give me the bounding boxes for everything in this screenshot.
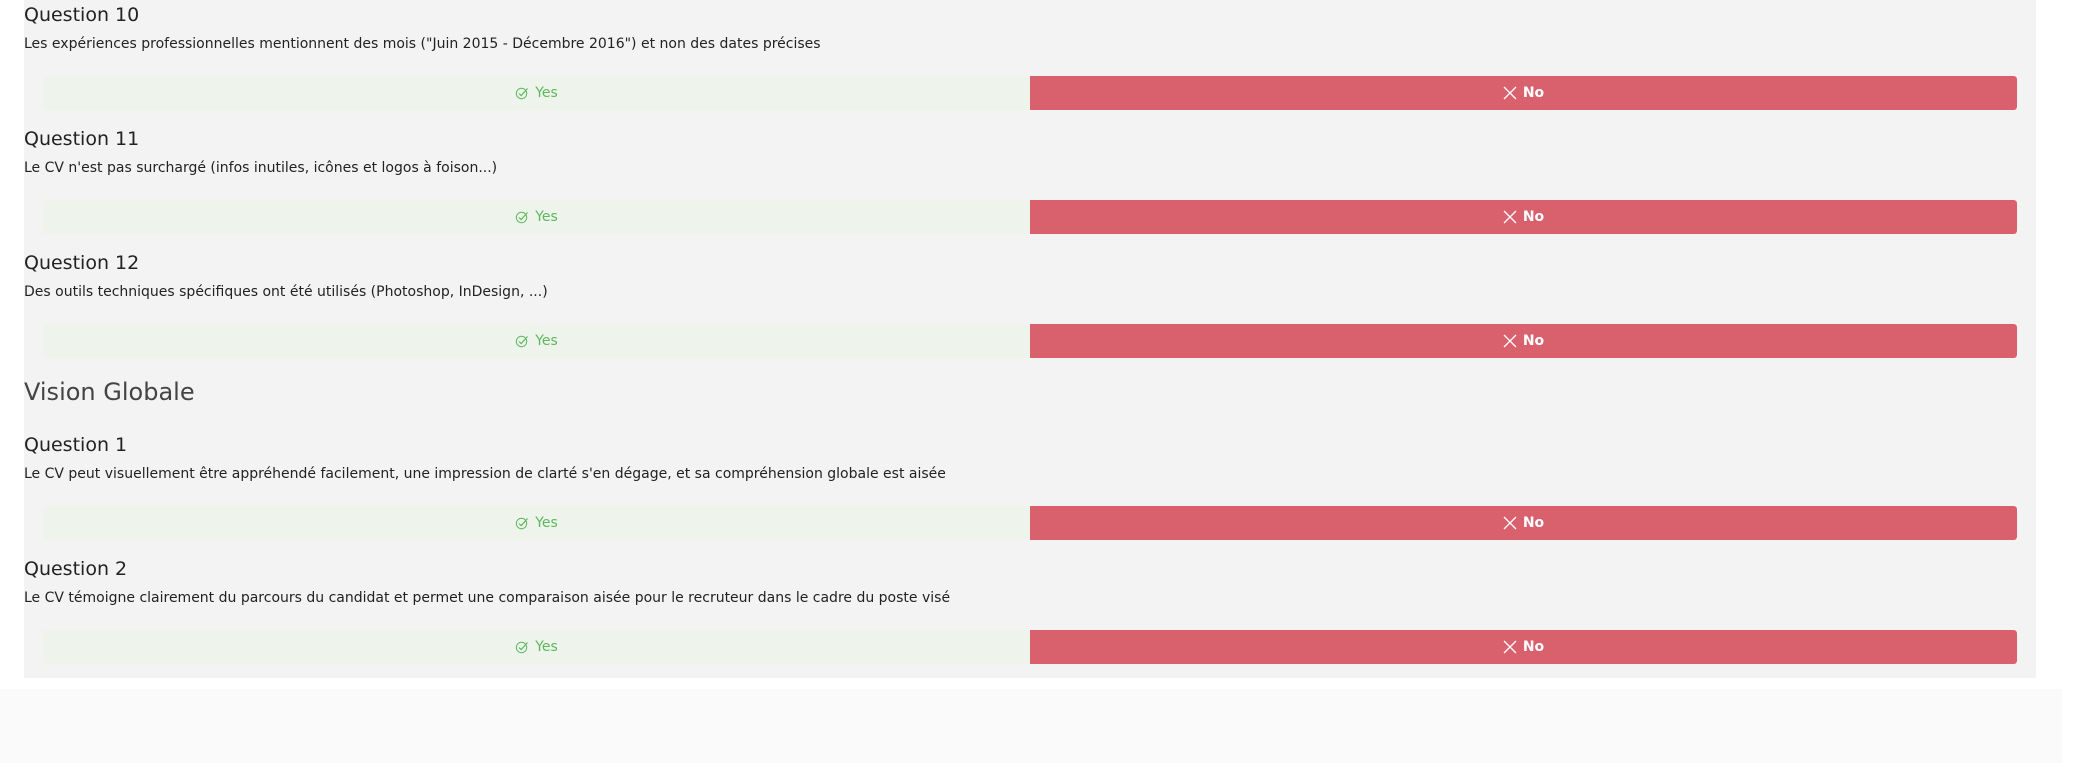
check-circle-icon [515,516,529,530]
yes-label: Yes [535,639,558,655]
check-circle-icon [515,640,529,654]
no-label: No [1522,515,1545,531]
yes-label: Yes [535,85,558,101]
question-title: Question 12 [24,252,140,274]
check-circle-icon [515,210,529,224]
check-circle-icon [515,334,529,348]
question-text: Les expériences professionnelles mention… [24,36,821,52]
yes-no-toggle: Yes No [43,200,2017,234]
question-text: Le CV n'est pas surchargé (infos inutile… [24,160,498,176]
page-frame: Question 10 Les expériences professionne… [0,0,2062,689]
no-button[interactable]: No [1030,76,2017,110]
no-label: No [1522,333,1545,349]
answer-row: Yes No [24,66,2036,124]
no-label: No [1522,85,1545,101]
no-button[interactable]: No [1030,200,2017,234]
question-text: Le CV peut visuellement être appréhendé … [24,466,946,482]
question-title: Question 1 [24,434,128,456]
no-button[interactable]: No [1030,324,2017,358]
question-header: Question 11 Le CV n'est pas surchargé (i… [24,124,2036,190]
yes-no-toggle: Yes No [43,506,2017,540]
question-header: Question 10 Les expériences professionne… [24,0,2036,66]
question-title: Question 10 [24,4,140,26]
close-icon [1503,516,1517,530]
yes-button[interactable]: Yes [43,630,1030,664]
yes-button[interactable]: Yes [43,76,1030,110]
question-title: Question 11 [24,128,140,150]
question-text: Le CV témoigne clairement du parcours du… [24,590,951,606]
answer-row: Yes No [24,620,2036,678]
close-icon [1503,640,1517,654]
yes-no-toggle: Yes No [43,76,2017,110]
yes-label: Yes [535,333,558,349]
close-icon [1503,210,1517,224]
question-title: Question 2 [24,558,128,580]
yes-no-toggle: Yes No [43,630,2017,664]
yes-button[interactable]: Yes [43,200,1030,234]
questionnaire: Question 10 Les expériences professionne… [24,0,2036,678]
close-icon [1503,334,1517,348]
section-header: Vision Globale [24,372,2036,430]
answer-row: Yes No [24,496,2036,554]
question-header: Question 1 Le CV peut visuellement être … [24,430,2036,496]
close-icon [1503,86,1517,100]
no-label: No [1522,209,1545,225]
no-label: No [1522,639,1545,655]
answer-row: Yes No [24,190,2036,248]
question-text: Des outils techniques spécifiques ont ét… [24,284,548,300]
yes-label: Yes [535,515,558,531]
yes-button[interactable]: Yes [43,506,1030,540]
yes-label: Yes [535,209,558,225]
no-button[interactable]: No [1030,506,2017,540]
question-header: Question 12 Des outils techniques spécif… [24,248,2036,314]
section-title: Vision Globale [24,378,195,406]
no-button[interactable]: No [1030,630,2017,664]
yes-button[interactable]: Yes [43,324,1030,358]
scrollbar-gutter [2062,0,2079,763]
question-header: Question 2 Le CV témoigne clairement du … [24,554,2036,620]
check-circle-icon [515,86,529,100]
yes-no-toggle: Yes No [43,324,2017,358]
answer-row: Yes No [24,314,2036,372]
